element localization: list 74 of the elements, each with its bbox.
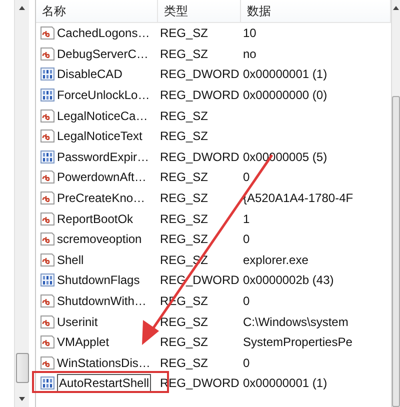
value-data: 0: [243, 170, 250, 184]
value-data: 0x00000001 (1): [243, 67, 328, 82]
value-data: {A520A1A4-1780-4F: [243, 191, 354, 206]
value-type: REG_SZ: [160, 314, 208, 329]
value-data: explorer.exe: [243, 252, 308, 267]
value-type: REG_DWORD: [160, 150, 240, 164]
value-name[interactable]: LegalNoticeText: [57, 129, 142, 144]
value-data: 1: [243, 212, 250, 226]
value-type: REG_SZ: [160, 46, 208, 61]
string-value-icon: [40, 191, 55, 206]
value-name[interactable]: scremoveoption: [57, 232, 142, 246]
value-name[interactable]: WinStationsDis…: [57, 356, 150, 370]
binary-value-icon: [40, 376, 55, 390]
value-name[interactable]: Shell: [57, 252, 84, 267]
value-data: 0x00000000 (0): [243, 88, 328, 102]
value-name[interactable]: ShutdownWith…: [57, 294, 146, 308]
value-data: 0: [243, 232, 250, 246]
string-value-icon: [40, 232, 55, 246]
value-type: REG_SZ: [160, 356, 208, 370]
value-type: REG_SZ: [160, 232, 208, 246]
scroll-down-icon[interactable]: [18, 395, 26, 403]
value-name[interactable]: PreCreateKno…: [57, 191, 146, 206]
value-name[interactable]: VMApplet: [57, 335, 110, 350]
scroll-up-icon[interactable]: [18, 4, 26, 12]
value-name[interactable]: CachedLogons…: [57, 26, 150, 40]
string-value-icon: [40, 46, 55, 61]
scrollbar[interactable]: [391, 0, 400, 407]
value-data: 0x0000002b (43): [243, 273, 334, 288]
value-type: REG_SZ: [160, 191, 208, 206]
value-name[interactable]: ReportBootOk: [57, 212, 134, 226]
value-type: REG_SZ: [160, 129, 208, 144]
value-name[interactable]: PowerdownAft…: [57, 170, 146, 184]
string-value-icon: [40, 170, 55, 184]
value-type: REG_SZ: [160, 335, 208, 350]
binary-value-icon: [40, 150, 55, 164]
string-value-icon: [40, 212, 55, 226]
value-data: 0: [243, 356, 250, 370]
value-name[interactable]: DisableCAD: [57, 67, 122, 82]
string-value-icon: [40, 335, 55, 350]
binary-value-icon: [40, 273, 55, 288]
value-name[interactable]: DebugServerC…: [57, 46, 148, 61]
value-data: SystemPropertiesPe: [243, 335, 352, 350]
string-value-icon: [40, 294, 55, 308]
column-header[interactable]: 名称: [36, 0, 158, 22]
scroll-up-icon[interactable]: [392, 4, 400, 12]
value-data: 0x00000001 (1): [243, 376, 328, 390]
binary-value-icon: [40, 88, 55, 102]
value-name[interactable]: LegalNoticeCa…: [57, 108, 148, 123]
value-name[interactable]: ForceUnlockLo…: [57, 88, 150, 102]
rename-field[interactable]: AutoRestartShell: [57, 374, 152, 393]
value-data: C:\Windows\system: [243, 314, 348, 329]
string-value-icon: [40, 356, 55, 370]
scroll-thumb[interactable]: [392, 96, 400, 407]
value-data: no: [243, 46, 256, 61]
string-value-icon: [40, 314, 55, 329]
value-type: REG_DWORD: [160, 88, 240, 102]
value-type: REG_SZ: [160, 108, 208, 123]
scrollbar[interactable]: [14, 0, 29, 407]
value-name[interactable]: Userinit: [57, 314, 98, 329]
binary-value-icon: [40, 67, 55, 82]
string-value-icon: [40, 252, 55, 267]
string-value-icon: [40, 108, 55, 123]
column-header[interactable]: 类型: [158, 0, 241, 22]
value-data: 10: [243, 26, 256, 40]
value-type: REG_SZ: [160, 212, 208, 226]
scroll-thumb[interactable]: [16, 353, 28, 383]
value-data: 0: [243, 294, 250, 308]
value-name[interactable]: PasswordExpir…: [57, 150, 150, 164]
value-type: REG_DWORD: [160, 67, 240, 82]
value-name[interactable]: ShutdownFlags: [57, 273, 140, 288]
string-value-icon: [40, 129, 55, 144]
value-type: REG_SZ: [160, 26, 208, 40]
string-value-icon: [40, 26, 55, 40]
value-type: REG_SZ: [160, 170, 208, 184]
